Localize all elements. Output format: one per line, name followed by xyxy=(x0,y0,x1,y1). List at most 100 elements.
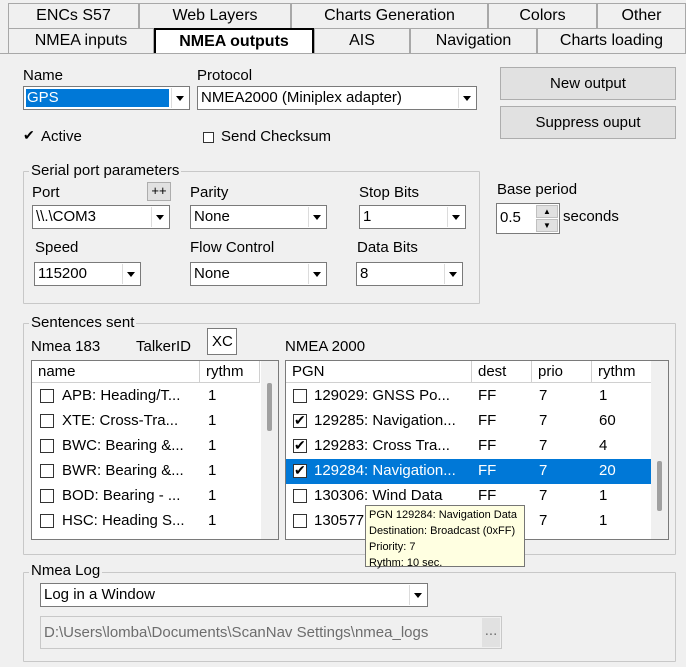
row-checkbox[interactable] xyxy=(293,389,307,403)
row-checkbox[interactable] xyxy=(293,437,307,454)
chevron-down-icon[interactable] xyxy=(444,264,461,284)
list-item[interactable]: XTE: Cross-Tra... 1 xyxy=(32,409,262,434)
data-bits-label: Data Bits xyxy=(357,239,418,256)
row-pgn: 129284: Navigation... xyxy=(314,462,456,479)
send-checksum-label: Send Checksum xyxy=(221,128,332,145)
row-prio: 7 xyxy=(539,437,548,454)
protocol-combo[interactable]: NMEA2000 (Miniplex adapter) xyxy=(197,86,477,110)
row-rythm: 1 xyxy=(208,487,217,504)
serial-port-legend: Serial port parameters xyxy=(29,162,182,179)
row-checkbox[interactable] xyxy=(293,514,307,528)
nmea2000-scrollbar[interactable] xyxy=(651,361,668,539)
chevron-down-icon[interactable] xyxy=(409,585,426,605)
column-header-dest[interactable]: dest xyxy=(472,361,532,383)
log-mode-combo[interactable]: Log in a Window xyxy=(40,583,428,607)
row-checkbox[interactable] xyxy=(40,389,54,403)
column-header-name[interactable]: name xyxy=(32,361,200,383)
log-path-field[interactable]: D:\Users\lomba\Documents\ScanNav Setting… xyxy=(40,616,502,649)
row-checkbox[interactable] xyxy=(293,462,307,479)
tooltip-line: Destination: Broadcast (0xFF) xyxy=(369,525,516,537)
flow-control-combo[interactable]: None xyxy=(190,262,327,286)
nmea183-list[interactable]: name rythm APB: Heading/T... 1 XTE: Cros… xyxy=(31,360,279,540)
row-prio: 7 xyxy=(539,412,548,429)
row-checkbox[interactable] xyxy=(40,489,54,503)
base-period-value: 0.5 xyxy=(500,209,521,226)
speed-combo[interactable]: 115200 xyxy=(34,262,141,286)
row-checkbox[interactable] xyxy=(40,414,54,428)
nmea183-scrollbar[interactable] xyxy=(261,361,278,539)
parity-label: Parity xyxy=(190,184,229,201)
row-rythm: 1 xyxy=(599,512,608,529)
row-rythm: 1 xyxy=(208,512,217,529)
tab-ais[interactable]: AIS xyxy=(314,28,410,53)
row-checkbox[interactable] xyxy=(40,514,54,528)
chevron-down-icon[interactable] xyxy=(171,88,188,108)
table-row[interactable]: 129285: Navigation... FF 7 60 xyxy=(286,409,652,434)
tab-nmea-inputs[interactable]: NMEA inputs xyxy=(8,28,154,53)
chevron-down-icon[interactable] xyxy=(122,264,139,284)
row-checkbox[interactable] xyxy=(40,464,54,478)
add-port-button[interactable]: ++ xyxy=(147,182,171,201)
row-checkbox[interactable] xyxy=(293,412,307,429)
column-header-rythm[interactable]: rythm xyxy=(200,361,260,383)
chevron-down-icon[interactable] xyxy=(308,207,325,227)
nmea183-label: Nmea 183 xyxy=(31,338,101,355)
talker-id-input[interactable]: XC xyxy=(207,328,237,355)
tab-web-layers[interactable]: Web Layers xyxy=(139,3,291,28)
name-combo[interactable]: GPS xyxy=(23,86,190,110)
flow-control-value: None xyxy=(194,265,230,282)
column-header-prio[interactable]: prio xyxy=(532,361,592,383)
table-row[interactable]: 129029: GNSS Po... FF 7 1 xyxy=(286,384,652,409)
column-header-pgn[interactable]: PGN xyxy=(286,361,472,383)
table-row-selected[interactable]: 129284: Navigation... FF 7 20 xyxy=(286,459,652,484)
base-period-spinner[interactable]: 0.5 ▲ ▼ xyxy=(496,203,560,234)
new-output-button[interactable]: New output xyxy=(500,67,676,100)
tab-colors[interactable]: Colors xyxy=(488,3,597,28)
list-item[interactable]: HSC: Heading S... 1 xyxy=(32,509,262,534)
tab-other[interactable]: Other xyxy=(597,3,686,28)
row-dest: FF xyxy=(478,487,497,504)
scroll-thumb[interactable] xyxy=(657,461,662,511)
parity-combo[interactable]: None xyxy=(190,205,327,229)
list-item[interactable]: BOD: Bearing - ... 1 xyxy=(32,484,262,509)
send-checksum-checkbox[interactable] xyxy=(203,132,214,143)
row-rythm: 1 xyxy=(599,387,608,404)
tab-charts-loading[interactable]: Charts loading xyxy=(537,28,686,53)
list-item[interactable]: APB: Heading/T... 1 xyxy=(32,384,262,409)
stop-bits-label: Stop Bits xyxy=(359,184,420,201)
talker-id-label: TalkerID xyxy=(136,338,192,355)
name-value: GPS xyxy=(27,89,59,106)
speed-label: Speed xyxy=(35,239,79,256)
row-checkbox[interactable] xyxy=(40,439,54,453)
tab-charts-generation[interactable]: Charts Generation xyxy=(291,3,488,28)
row-rythm: 1 xyxy=(208,462,217,479)
tab-navigation[interactable]: Navigation xyxy=(410,28,537,53)
chevron-down-icon[interactable] xyxy=(447,207,464,227)
spin-up-icon[interactable]: ▲ xyxy=(536,205,558,218)
chevron-down-icon[interactable] xyxy=(308,264,325,284)
port-value: \\.\COM3 xyxy=(36,208,97,225)
list-item[interactable]: BWC: Bearing &... 1 xyxy=(32,434,262,459)
browse-button[interactable]: ... xyxy=(482,618,500,647)
nmea-log-legend: Nmea Log xyxy=(29,562,103,579)
data-bits-combo[interactable]: 8 xyxy=(356,262,463,286)
stop-bits-combo[interactable]: 1 xyxy=(359,205,466,229)
tab-nmea-outputs[interactable]: NMEA outputs xyxy=(154,28,314,54)
column-header-rythm[interactable]: rythm xyxy=(592,361,652,383)
base-period-label: Base period xyxy=(497,181,578,198)
sentences-legend: Sentences sent xyxy=(29,314,137,331)
row-rythm: 1 xyxy=(208,387,217,404)
suppress-output-button[interactable]: Suppress ouput xyxy=(500,106,676,139)
active-checkbox[interactable] xyxy=(23,127,36,144)
row-checkbox[interactable] xyxy=(293,489,307,503)
spin-down-icon[interactable]: ▼ xyxy=(536,219,558,232)
tab-encs-s57[interactable]: ENCs S57 xyxy=(8,3,139,28)
scroll-thumb[interactable] xyxy=(267,383,272,431)
row-name: BWR: Bearing &... xyxy=(62,462,184,479)
chevron-down-icon[interactable] xyxy=(458,88,475,108)
chevron-down-icon[interactable] xyxy=(151,207,168,227)
active-label: Active xyxy=(41,128,82,145)
list-item[interactable]: BWR: Bearing &... 1 xyxy=(32,459,262,484)
port-combo[interactable]: \\.\COM3 xyxy=(32,205,170,229)
table-row[interactable]: 129283: Cross Tra... FF 7 4 xyxy=(286,434,652,459)
